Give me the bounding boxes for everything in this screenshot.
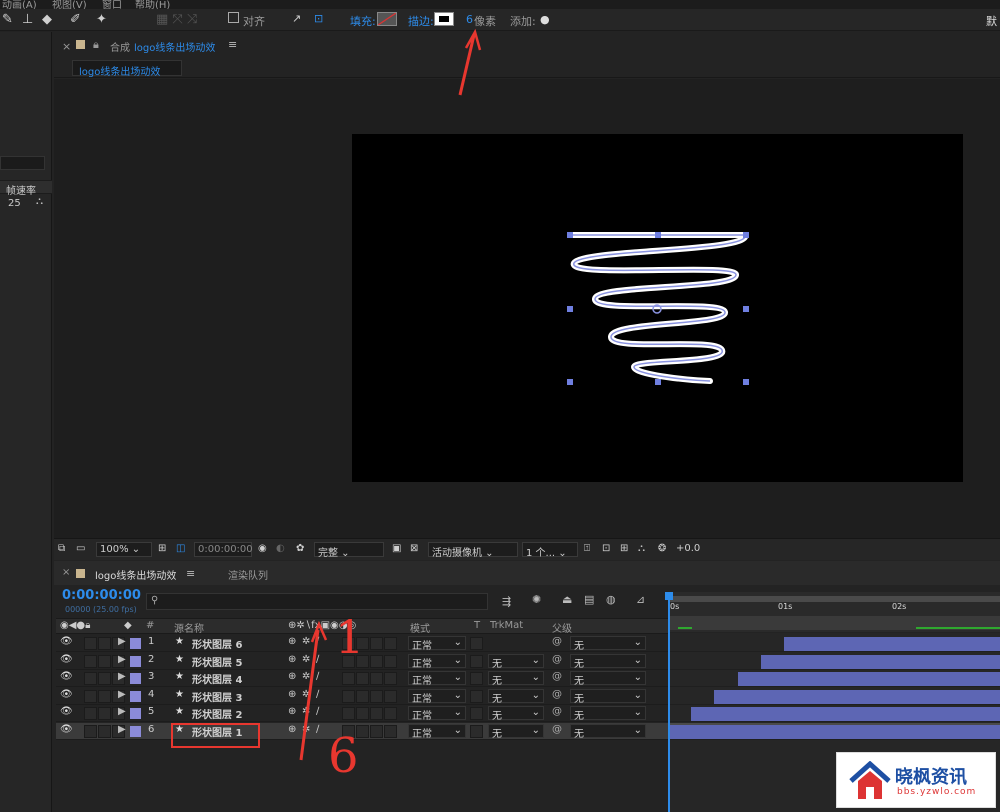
- house-logo-icon: [849, 761, 891, 799]
- watermark-logo: 晓枫资讯 bbs.yzwlo.com: [836, 752, 996, 808]
- annotation-number-1: 1: [335, 610, 365, 664]
- selected-layer-highlight: [171, 723, 260, 748]
- red-arrow-bottom: [299, 629, 320, 761]
- watermark-url: bbs.yzwlo.com: [897, 787, 977, 797]
- annotation-number-6: 6: [328, 728, 359, 784]
- watermark-title: 晓枫资讯: [895, 767, 967, 788]
- annotation-overlay: [171, 28, 482, 761]
